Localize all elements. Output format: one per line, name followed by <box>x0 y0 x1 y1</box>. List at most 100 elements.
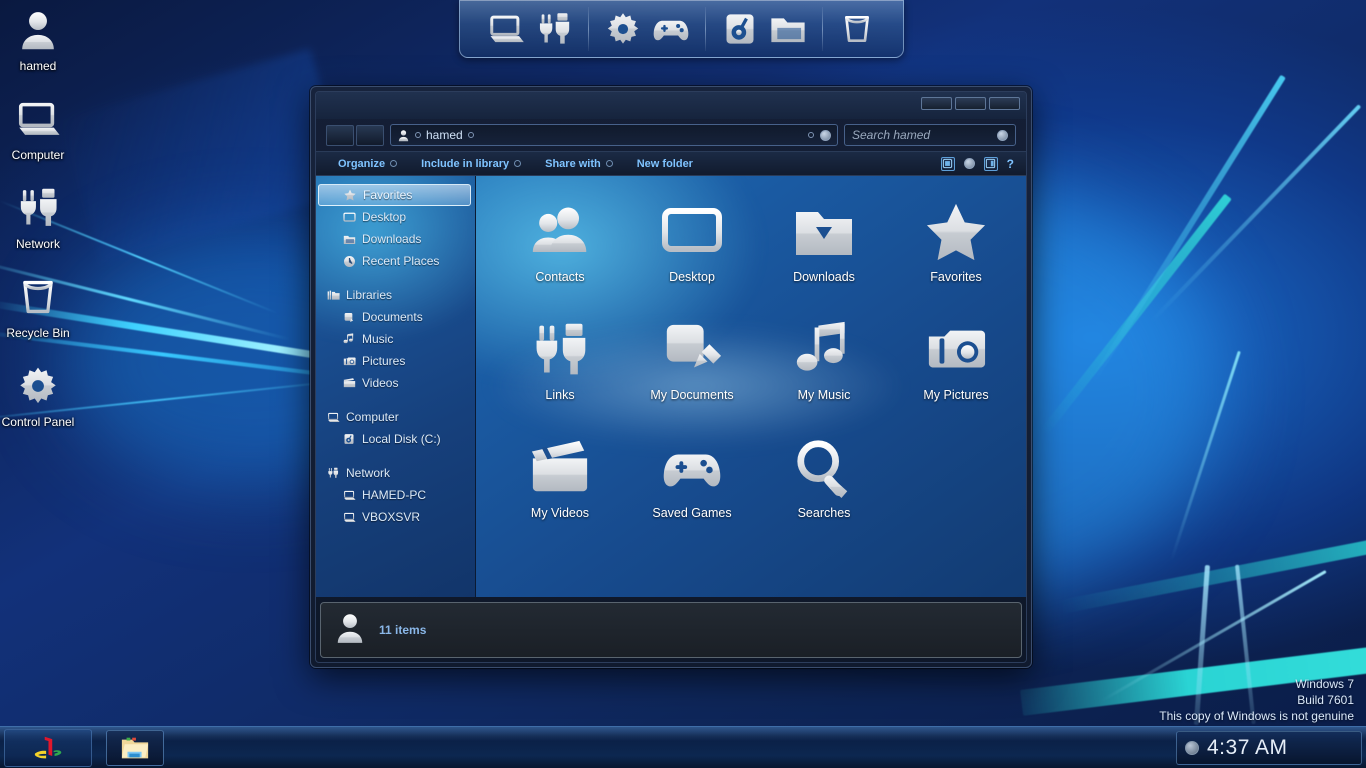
sidebar-item-vboxsvr[interactable]: VBOXSVR <box>316 506 475 528</box>
sidebar-item-documents[interactable]: Documents <box>316 306 475 328</box>
user-icon <box>397 129 410 142</box>
window-body: Favorites Desktop Downloads Recent <box>316 176 1026 597</box>
dock-network-button[interactable] <box>531 6 577 52</box>
computer-icon <box>487 10 525 48</box>
file-label: My Pictures <box>923 388 988 402</box>
explorer-window[interactable]: hamed Search hamed Organize <box>310 86 1032 668</box>
file-item-contacts[interactable]: Contacts <box>494 190 626 308</box>
sidebar-item-music[interactable]: Music <box>316 328 475 350</box>
preview-pane-button[interactable] <box>984 157 998 171</box>
dock-settings-button[interactable] <box>600 6 646 52</box>
file-item-my-music[interactable]: My Music <box>758 308 890 426</box>
recycle-bin-icon <box>840 12 874 46</box>
user-icon <box>16 6 60 54</box>
desktop: hamed Computer Network Recycle Bin Contr… <box>0 0 1366 768</box>
gamepad-icon <box>661 432 723 504</box>
window-controls <box>921 97 1020 110</box>
file-item-my-pictures[interactable]: My Pictures <box>890 308 1022 426</box>
downloads-folder-icon <box>792 196 856 268</box>
sidebar-item-local-disk-c[interactable]: Local Disk (C:) <box>316 428 475 450</box>
address-dropdown-knob[interactable] <box>820 130 831 141</box>
desktop-icon-list: hamed Computer Network Recycle Bin Contr… <box>0 6 76 451</box>
file-item-links[interactable]: Links <box>494 308 626 426</box>
sidebar-item-pictures[interactable]: Pictures <box>316 350 475 372</box>
file-label: My Documents <box>650 388 733 402</box>
gear-icon <box>17 362 59 410</box>
disk-icon <box>722 11 758 47</box>
view-dropdown-button[interactable] <box>964 158 975 169</box>
file-item-my-videos[interactable]: My Videos <box>494 426 626 544</box>
file-label: Searches <box>798 506 851 520</box>
taskbar-explorer-button[interactable] <box>106 730 164 766</box>
dock-computer-button[interactable] <box>483 6 529 52</box>
minimize-button[interactable] <box>921 97 952 110</box>
breadcrumb-separator <box>468 132 474 138</box>
help-button[interactable]: ? <box>1007 157 1014 171</box>
file-item-desktop[interactable]: Desktop <box>626 190 758 308</box>
sidebar-item-hamed-pc[interactable]: HAMED-PC <box>316 484 475 506</box>
star-icon <box>343 189 357 201</box>
file-list-pane[interactable]: Contacts Desktop Downloads Favorite <box>476 176 1026 597</box>
dock-games-button[interactable] <box>648 6 694 52</box>
organize-button[interactable]: Organize <box>326 152 409 175</box>
window-titlebar[interactable] <box>316 92 1026 119</box>
dock-recycle-bin-button[interactable] <box>834 6 880 52</box>
desktop-icon-control-panel[interactable]: Control Panel <box>0 362 76 429</box>
address-bar[interactable]: hamed <box>390 124 838 146</box>
search-input[interactable]: Search hamed <box>852 128 997 142</box>
maximize-button[interactable] <box>955 97 986 110</box>
preview-pane-icon <box>985 158 996 169</box>
file-item-favorites[interactable]: Favorites <box>890 190 1022 308</box>
start-button[interactable] <box>4 729 92 767</box>
sidebar-item-videos[interactable]: Videos <box>316 372 475 394</box>
new-folder-button[interactable]: New folder <box>625 152 705 175</box>
back-button[interactable] <box>326 125 354 146</box>
refresh-icon[interactable] <box>808 132 814 138</box>
system-tray: 4:37 AM <box>1176 731 1362 765</box>
search-icon[interactable] <box>997 130 1008 141</box>
file-item-my-documents[interactable]: My Documents <box>626 308 758 426</box>
documents-pencil-icon <box>661 314 723 386</box>
top-dock <box>459 0 904 58</box>
computer-icon <box>342 511 356 524</box>
music-note-icon <box>794 314 854 386</box>
watermark-line-2: Build 7601 <box>1159 692 1354 708</box>
sidebar-item-desktop[interactable]: Desktop <box>316 206 475 228</box>
forward-button[interactable] <box>356 125 384 146</box>
dock-disk-button[interactable] <box>717 6 763 52</box>
sidebar-item-libraries[interactable]: Libraries <box>316 284 475 306</box>
file-item-saved-games[interactable]: Saved Games <box>626 426 758 544</box>
desktop-icon-recycle-bin[interactable]: Recycle Bin <box>0 273 76 340</box>
sidebar-item-network[interactable]: Network <box>316 462 475 484</box>
desktop-icon <box>660 196 724 268</box>
desktop-icon-computer[interactable]: Computer <box>0 95 76 162</box>
file-label: My Videos <box>531 506 589 520</box>
sidebar-item-computer[interactable]: Computer <box>316 406 475 428</box>
breadcrumb-separator <box>415 132 421 138</box>
close-button[interactable] <box>989 97 1020 110</box>
clock[interactable]: 4:37 AM <box>1207 736 1288 760</box>
status-bar: 11 items <box>320 602 1022 658</box>
computer-icon <box>15 95 61 143</box>
explorer-folder-icon <box>120 733 150 763</box>
share-with-button[interactable]: Share with <box>533 152 625 175</box>
sidebar-item-favorites[interactable]: Favorites <box>318 184 471 206</box>
dock-folder-button[interactable] <box>765 6 811 52</box>
tray-knob-icon[interactable] <box>1185 741 1199 755</box>
desktop-icon-network[interactable]: Network <box>0 184 76 251</box>
change-view-button[interactable] <box>941 157 955 171</box>
watermark-line-1: Windows 7 <box>1159 676 1354 692</box>
sidebar-item-recent-places[interactable]: Recent Places <box>316 250 475 272</box>
file-label: Favorites <box>930 270 981 284</box>
search-box[interactable]: Search hamed <box>844 124 1016 146</box>
sidebar-item-downloads[interactable]: Downloads <box>316 228 475 250</box>
include-in-library-button[interactable]: Include in library <box>409 152 533 175</box>
file-item-searches[interactable]: Searches <box>758 426 890 544</box>
dock-group-settings <box>589 6 705 52</box>
playstation-logo-icon <box>26 733 70 763</box>
address-value: hamed <box>426 128 463 142</box>
documents-icon <box>342 311 356 324</box>
file-item-downloads[interactable]: Downloads <box>758 190 890 308</box>
windows-watermark: Windows 7 Build 7601 This copy of Window… <box>1159 676 1354 724</box>
desktop-icon-hamed[interactable]: hamed <box>0 6 76 73</box>
